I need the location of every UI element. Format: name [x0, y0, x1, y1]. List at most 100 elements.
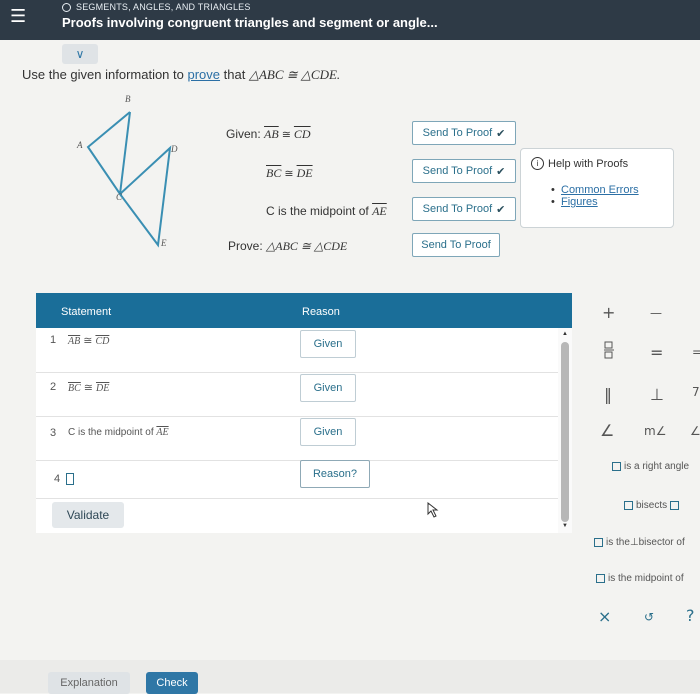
menu-icon[interactable]: ☰: [10, 8, 26, 26]
equals-icon[interactable]: =: [650, 343, 663, 362]
chevron-down-icon: ∨: [75, 47, 85, 61]
bottom-bar: Explanation Check: [0, 660, 700, 694]
help-title-text: Help with Proofs: [548, 157, 629, 170]
undo-icon[interactable]: ↺: [644, 610, 654, 624]
send-to-proof-button-2[interactable]: Send To Proof ✔: [412, 159, 516, 183]
blank-box: [596, 573, 605, 583]
reason-button-3[interactable]: Given: [300, 418, 356, 446]
row-number: 4: [54, 473, 75, 486]
collapse-button[interactable]: ∨: [62, 44, 98, 64]
send-label: Send To Proof: [422, 165, 493, 177]
vertex-label-b: B: [125, 94, 131, 104]
close-icon[interactable]: ×: [598, 607, 611, 626]
perp-bisector-option[interactable]: is the⊥bisector of: [594, 537, 685, 548]
scroll-down-icon[interactable]: ▼: [562, 523, 568, 529]
check-button[interactable]: Check: [146, 672, 198, 694]
given-1-right: CD: [293, 127, 311, 141]
blank-box: [624, 500, 633, 510]
given-2: BC ≅ DE: [266, 166, 313, 181]
statement-input[interactable]: [66, 473, 75, 486]
reason-button-4[interactable]: Reason?: [300, 460, 370, 488]
seg-left: BC: [68, 383, 81, 394]
seg: AE: [156, 427, 169, 438]
congruent-symbol: ≅: [83, 381, 93, 394]
congruent-partial-icon[interactable]: =: [692, 345, 700, 359]
triangle-abc: [86, 111, 131, 197]
congruent-symbol: ≅: [284, 167, 294, 180]
help-icon[interactable]: ?: [686, 606, 695, 625]
prove-label: Prove:: [228, 239, 263, 253]
row-number-text: 4: [54, 473, 61, 485]
send-to-proof-button-1[interactable]: Send To Proof ✔: [412, 121, 516, 145]
send-label: Send To Proof: [422, 127, 493, 139]
reason-button-2[interactable]: Given: [300, 374, 356, 402]
problem-statement: Use the given information to prove that …: [22, 67, 340, 83]
table-row: 2 BC ≅ DE Given: [36, 372, 558, 417]
send-to-proof-button-4[interactable]: Send To Proof: [412, 233, 500, 257]
help-panel: i Help with Proofs • Common Errors • Fig…: [520, 148, 674, 228]
table-row: 3 C is the midpoint of AE Given: [36, 416, 558, 461]
bullet: •: [551, 184, 555, 196]
prove-math: △ABC ≅ △CDE: [266, 239, 348, 253]
vertex-label-a: A: [76, 140, 83, 150]
angle-icon[interactable]: ∠: [600, 421, 614, 440]
vertex-label-d: D: [170, 144, 178, 154]
problem-prefix: Use the given information to: [22, 67, 184, 82]
minus-icon[interactable]: —: [650, 306, 662, 320]
given-3: C is the midpoint of AE: [266, 204, 387, 219]
scroll-thumb[interactable]: [561, 342, 569, 522]
perp-sym: ⊥: [629, 537, 639, 548]
blank-box: [612, 461, 621, 471]
perpendicular-icon[interactable]: ⊥: [650, 385, 664, 404]
right-angle-option[interactable]: is a right angle: [612, 461, 689, 472]
partial-symbol-icon[interactable]: 7: [692, 385, 700, 399]
row-number: 3: [50, 427, 57, 439]
figures-link[interactable]: Figures: [561, 196, 598, 208]
seg-right: CD: [95, 336, 110, 347]
reason-button-1[interactable]: Given: [300, 330, 356, 358]
prove-link[interactable]: prove: [188, 67, 221, 82]
parallel-icon[interactable]: ‖: [604, 385, 612, 404]
send-label: Send To Proof: [421, 239, 491, 251]
given-3-text: C is the midpoint of: [266, 204, 369, 218]
check-icon: ✔: [496, 164, 506, 178]
check-icon: ✔: [496, 202, 506, 216]
bisects-option[interactable]: bisects: [624, 500, 682, 511]
given-3-seg: AE: [372, 204, 387, 218]
common-errors-link[interactable]: Common Errors: [561, 184, 639, 196]
congruent-symbol: ≅: [83, 334, 93, 347]
cursor-icon: [427, 502, 439, 518]
table-row: 1 AB ≅ CD Given: [36, 328, 558, 373]
given-1: Given: AB ≅ CD: [226, 127, 311, 142]
row-statement[interactable]: C is the midpoint of AE: [68, 427, 169, 438]
row-statement[interactable]: BC ≅ DE: [68, 381, 109, 394]
angle-partial-icon[interactable]: ∠: [690, 424, 700, 438]
prove-statement: Prove: △ABC ≅ △CDE: [228, 239, 347, 254]
table-header: Statement Reason: [36, 293, 572, 328]
scroll-up-icon[interactable]: ▲: [562, 331, 568, 337]
send-label: Send To Proof: [422, 203, 493, 215]
info-icon: i: [531, 157, 544, 170]
bisects-text: bisects: [636, 500, 668, 511]
midpoint-option[interactable]: is the midpoint of: [596, 573, 684, 584]
explanation-button[interactable]: Explanation: [48, 672, 130, 694]
blank-box: [594, 537, 603, 547]
right-angle-text: is a right angle: [624, 461, 690, 472]
blank-box: [670, 500, 680, 510]
proof-table: Statement Reason 1 AB ≅ CD Given 2 BC ≅ DE G…: [36, 293, 572, 533]
help-title[interactable]: i Help with Proofs: [531, 157, 628, 170]
row-statement[interactable]: AB ≅ CD: [68, 334, 109, 347]
fraction-icon[interactable]: [604, 341, 614, 363]
send-to-proof-button-3[interactable]: Send To Proof ✔: [412, 197, 516, 221]
given-1-left: AB: [264, 127, 279, 141]
scrollbar[interactable]: ▲ ▼: [558, 328, 572, 533]
validate-button[interactable]: Validate: [52, 502, 124, 528]
topic-text: SEGMENTS, ANGLES, AND TRIANGLES: [76, 2, 251, 12]
row-number: 1: [50, 334, 57, 346]
seg-right: DE: [96, 383, 110, 394]
plus-icon[interactable]: +: [602, 303, 615, 322]
problem-middle: that: [223, 67, 246, 82]
vertex-label-c: C: [116, 192, 123, 202]
given-label: Given:: [226, 127, 261, 141]
measure-angle-icon[interactable]: m∠: [644, 424, 666, 438]
